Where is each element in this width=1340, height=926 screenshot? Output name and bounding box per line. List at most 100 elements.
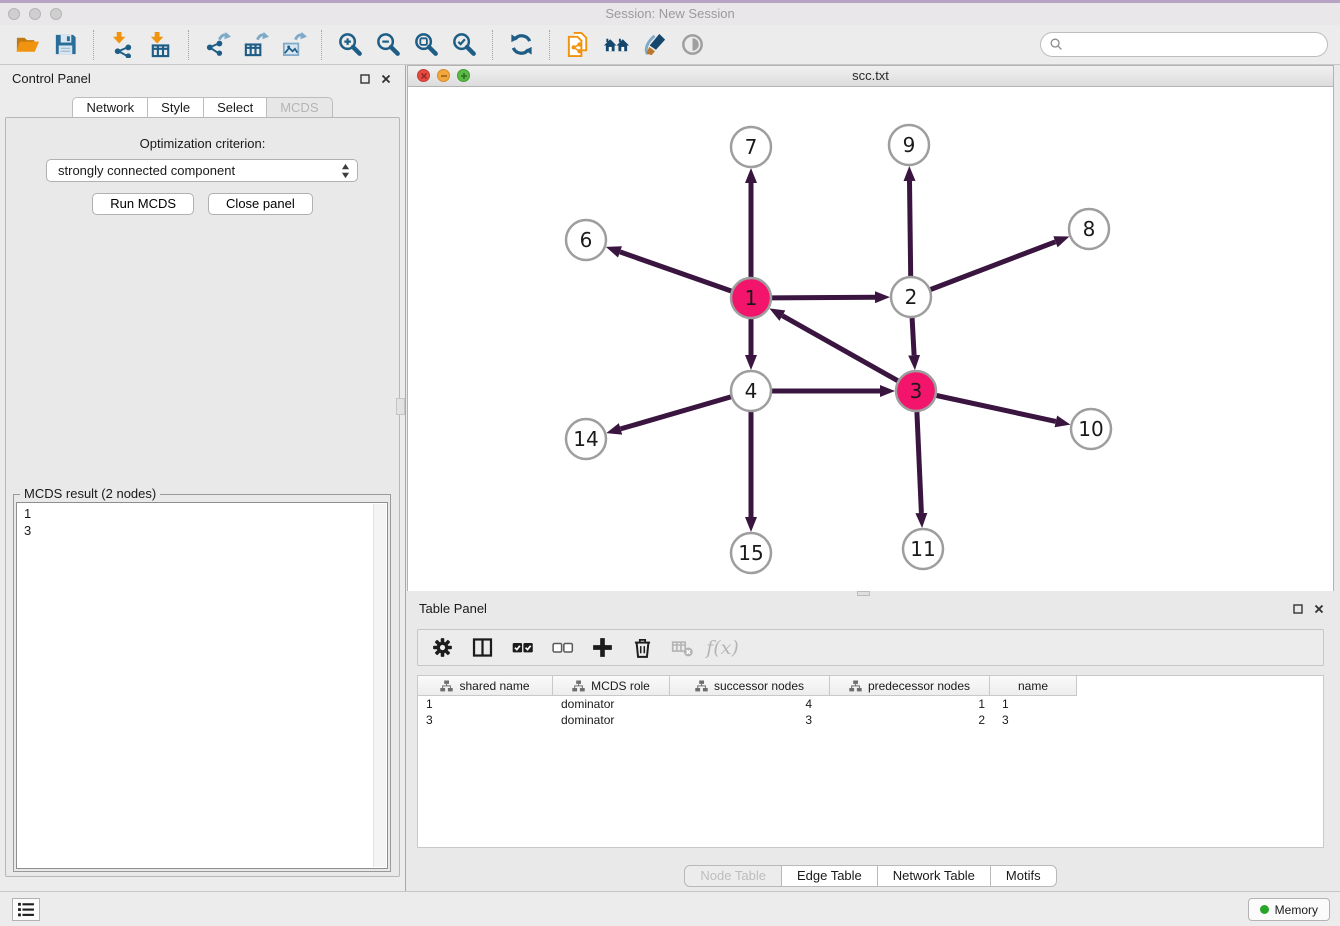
tab-style[interactable]: Style xyxy=(147,97,204,118)
export-image-button[interactable] xyxy=(274,29,312,61)
close-table-panel-icon[interactable] xyxy=(1313,603,1324,614)
graph-node-15[interactable]: 15 xyxy=(731,533,771,573)
zoom-in-button[interactable] xyxy=(331,29,369,61)
graph-edge-4-14[interactable] xyxy=(621,397,731,429)
open-folder-button[interactable] xyxy=(8,29,46,61)
export-table-button[interactable] xyxy=(236,29,274,61)
zoom-selected-button[interactable] xyxy=(445,29,483,61)
tab-select[interactable]: Select xyxy=(203,97,267,118)
graph-node-11[interactable]: 11 xyxy=(903,529,943,569)
graph-node-10[interactable]: 10 xyxy=(1071,409,1111,449)
table-cell[interactable]: 2 xyxy=(830,713,990,727)
column-header-predecessor-nodes[interactable]: predecessor nodes xyxy=(830,676,990,696)
zoom-fit-button[interactable] xyxy=(407,29,445,61)
table-cell[interactable]: dominator xyxy=(553,713,670,727)
column-header-name[interactable]: name xyxy=(990,676,1077,696)
task-history-button[interactable] xyxy=(12,898,40,921)
clone-network-button[interactable] xyxy=(559,29,597,61)
table-row[interactable]: 3dominator323 xyxy=(418,712,1323,728)
deselect-all-button[interactable] xyxy=(545,632,580,663)
network-traffic-lights xyxy=(417,69,470,82)
table-cell[interactable]: dominator xyxy=(553,697,670,711)
graph-node-2[interactable]: 2 xyxy=(891,277,931,317)
table-cell[interactable]: 3 xyxy=(418,713,553,727)
style-paint-button[interactable] xyxy=(635,29,673,61)
graph-node-7[interactable]: 7 xyxy=(731,127,771,167)
graph-node-14[interactable]: 14 xyxy=(566,419,606,459)
table-cell[interactable]: 1 xyxy=(990,697,1077,711)
tab-edge-table[interactable]: Edge Table xyxy=(782,865,878,887)
home-button[interactable] xyxy=(597,29,635,61)
table-cell[interactable]: 3 xyxy=(670,713,830,727)
graph-node-4[interactable]: 4 xyxy=(731,371,771,411)
graph-edge-3-11[interactable] xyxy=(917,412,922,513)
tab-motifs[interactable]: Motifs xyxy=(991,865,1057,887)
window-titlebar: Session: New Session xyxy=(0,3,1340,25)
graph-node-9[interactable]: 9 xyxy=(889,125,929,165)
mcds-result-textarea[interactable]: 1 3 xyxy=(16,502,388,869)
result-scrollbar[interactable] xyxy=(373,504,386,867)
table-row[interactable]: 1dominator411 xyxy=(418,696,1323,712)
column-header-MCDS-role[interactable]: MCDS role xyxy=(553,676,670,696)
network-window-title: scc.txt xyxy=(408,66,1333,86)
graph-edge-3-1[interactable] xyxy=(782,316,897,381)
graph-edge-2-9[interactable] xyxy=(910,181,911,276)
minimize-traffic-light[interactable] xyxy=(29,8,41,20)
network-window-titlebar[interactable]: scc.txt xyxy=(407,65,1334,87)
close-panel-button[interactable]: Close panel xyxy=(208,193,313,215)
graph-edge-1-2[interactable] xyxy=(772,297,875,298)
import-table-button[interactable] xyxy=(141,29,179,61)
table-cell[interactable]: 3 xyxy=(990,713,1077,727)
tab-network[interactable]: Network xyxy=(72,97,148,118)
close-panel-icon[interactable] xyxy=(380,73,391,84)
zoom-out-button[interactable] xyxy=(369,29,407,61)
tab-network-table[interactable]: Network Table xyxy=(878,865,991,887)
save-button[interactable] xyxy=(46,29,84,61)
maximize-traffic-light[interactable] xyxy=(50,8,62,20)
close-traffic-light[interactable] xyxy=(8,8,20,20)
add-button[interactable] xyxy=(585,632,620,663)
shared-column-icon xyxy=(849,680,862,692)
tab-node-table[interactable]: Node Table xyxy=(684,865,782,887)
import-network-button[interactable] xyxy=(103,29,141,61)
select-all-icon xyxy=(510,635,535,660)
control-panel-tabs: NetworkStyleSelectMCDS xyxy=(0,97,405,118)
graph-node-6[interactable]: 6 xyxy=(566,220,606,260)
graph-edge-2-8[interactable] xyxy=(931,242,1056,290)
graph-node-8[interactable]: 8 xyxy=(1069,209,1109,249)
column-label: name xyxy=(1018,679,1048,693)
table-cell[interactable]: 4 xyxy=(670,697,830,711)
export-network-button[interactable] xyxy=(198,29,236,61)
gear-button[interactable] xyxy=(425,632,460,663)
network-close-icon[interactable] xyxy=(417,69,430,82)
vertical-splitter-handle[interactable] xyxy=(396,398,405,415)
graph-edge-1-6[interactable] xyxy=(620,252,731,291)
tab-mcds[interactable]: MCDS xyxy=(266,97,332,118)
criterion-select[interactable]: strongly connected component xyxy=(46,159,358,182)
network-maximize-icon[interactable] xyxy=(457,69,470,82)
graph-node-3[interactable]: 3 xyxy=(896,371,936,411)
graph-node-label: 10 xyxy=(1078,417,1103,441)
search-input[interactable] xyxy=(1069,38,1318,52)
columns-icon xyxy=(470,635,495,660)
search-box[interactable] xyxy=(1040,32,1328,57)
float-panel-icon[interactable] xyxy=(359,73,370,84)
select-all-button[interactable] xyxy=(505,632,540,663)
delete-button[interactable] xyxy=(625,632,660,663)
network-canvas[interactable]: 7 9 6 8 1 2 4 3 14 10 15 11 xyxy=(407,87,1334,591)
network-minimize-icon[interactable] xyxy=(437,69,450,82)
float-table-panel-icon[interactable] xyxy=(1292,603,1303,614)
refresh-button[interactable] xyxy=(502,29,540,61)
columns-button[interactable] xyxy=(465,632,500,663)
graph-edge-2-3[interactable] xyxy=(912,318,914,355)
graph-node-1[interactable]: 1 xyxy=(731,278,771,318)
window-traffic-lights xyxy=(8,8,62,20)
control-panel-controls xyxy=(359,73,391,84)
table-cell[interactable]: 1 xyxy=(830,697,990,711)
run-mcds-button[interactable]: Run MCDS xyxy=(92,193,194,215)
graph-edge-3-10[interactable] xyxy=(937,396,1056,422)
column-header-shared-name[interactable]: shared name xyxy=(418,676,553,696)
column-header-successor-nodes[interactable]: successor nodes xyxy=(670,676,830,696)
table-cell[interactable]: 1 xyxy=(418,697,553,711)
memory-button[interactable]: Memory xyxy=(1248,898,1330,921)
